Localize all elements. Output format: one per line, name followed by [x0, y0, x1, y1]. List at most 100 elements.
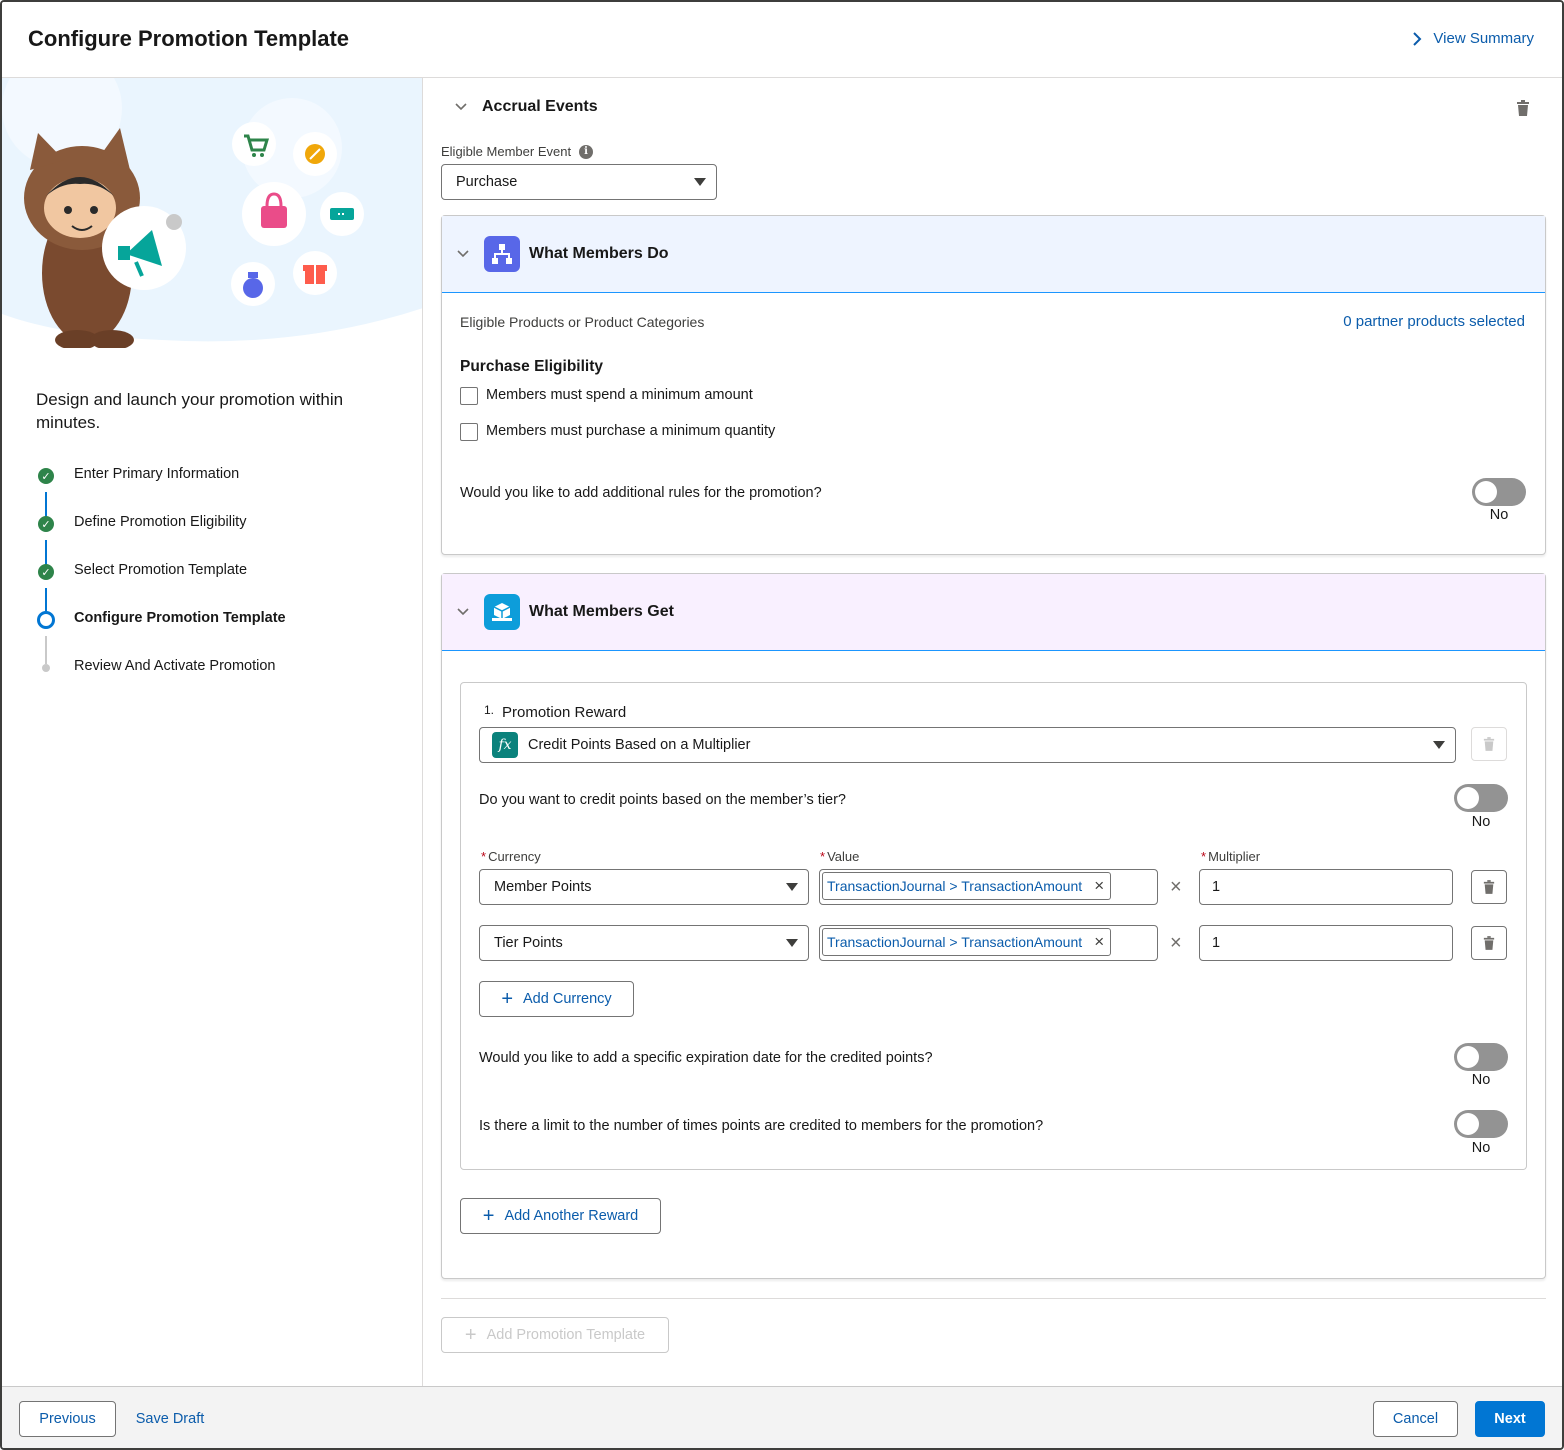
discount-icon: [293, 132, 337, 176]
view-summary-label: View Summary: [1433, 30, 1534, 47]
save-draft-button[interactable]: Save Draft: [130, 1401, 210, 1437]
reward-number: 1.: [484, 703, 495, 717]
add-currency-label: Add Currency: [523, 991, 612, 1007]
page-header: Configure Promotion Template View Summar…: [2, 2, 1562, 78]
accrual-events-header[interactable]: Accrual Events: [454, 98, 598, 116]
limit-toggle[interactable]: [1454, 1110, 1508, 1138]
value-pill[interactable]: TransactionJournal > TransactionAmount ×: [822, 928, 1112, 956]
add-promotion-template-label: Add Promotion Template: [486, 1327, 646, 1343]
add-another-reward-button[interactable]: + Add Another Reward: [460, 1198, 661, 1234]
step-label: Define Promotion Eligibility: [74, 514, 247, 530]
step-select-promotion-template: ✓ Select Promotion Template: [36, 556, 286, 616]
eligible-member-event-select[interactable]: Purchase: [441, 164, 717, 200]
plus-icon: +: [482, 1205, 495, 1227]
footer-bar: Previous Save Draft Cancel Next: [2, 1386, 1562, 1448]
chevron-down-icon: [455, 103, 467, 111]
trash-icon: [1483, 880, 1495, 894]
currency-select[interactable]: Tier Points: [479, 925, 809, 961]
delete-currency-button[interactable]: [1471, 926, 1507, 960]
quantity-minimum-checkbox[interactable]: [460, 423, 478, 441]
what-members-get-title: What Members Get: [529, 603, 674, 620]
upcoming-step-icon: [42, 664, 50, 672]
reward-box-icon: [484, 594, 520, 630]
currency-select[interactable]: Member Points: [479, 869, 809, 905]
tier-toggle[interactable]: [1454, 784, 1508, 812]
previous-button[interactable]: Previous: [19, 1401, 116, 1437]
check-icon: ✓: [38, 564, 54, 580]
expiration-toggle[interactable]: [1454, 1043, 1508, 1071]
limit-toggle-label: No: [1471, 1140, 1491, 1156]
quantity-minimum-label: Members must purchase a minimum quantity: [486, 423, 776, 439]
limit-question: Is there a limit to the number of times …: [479, 1118, 1044, 1134]
hierarchy-icon: [484, 236, 520, 272]
step-label: Configure Promotion Template: [74, 610, 286, 626]
eligible-member-event-label: Eligible Member Event i: [441, 144, 594, 159]
additional-rules-toggle[interactable]: [1472, 478, 1526, 506]
ticket-icon: [320, 192, 364, 236]
cancel-button[interactable]: Cancel: [1373, 1401, 1458, 1437]
promotion-config-window: Configure Promotion Template View Summar…: [0, 0, 1564, 1450]
value-field[interactable]: TransactionJournal > TransactionAmount ×: [819, 869, 1158, 905]
left-panel: Design and launch your promotion within …: [2, 78, 423, 1386]
info-icon[interactable]: i: [579, 144, 594, 159]
what-members-get-header[interactable]: What Members Get: [442, 574, 1545, 651]
value-pill-text: TransactionJournal > TransactionAmount: [827, 878, 1083, 894]
spend-minimum-checkbox[interactable]: [460, 387, 478, 405]
what-members-do-header[interactable]: What Members Do: [442, 216, 1545, 293]
promotion-reward-select[interactable]: fx Credit Points Based on a Multiplier: [479, 727, 1456, 763]
multiplier-label: * Multiplier: [1201, 849, 1260, 864]
multiply-icon: ×: [1170, 932, 1182, 954]
check-icon: ✓: [38, 468, 54, 484]
tier-toggle-label: No: [1471, 814, 1491, 830]
promotion-reward-label: Promotion Reward: [502, 704, 627, 721]
eligible-member-event-value: Purchase: [456, 174, 518, 190]
trash-icon: [1483, 737, 1495, 751]
step-label: Select Promotion Template: [74, 562, 248, 578]
delete-accrual-trash-icon[interactable]: [1516, 100, 1530, 116]
spend-minimum-label: Members must spend a minimum amount: [486, 387, 753, 403]
step-label: Review And Activate Promotion: [74, 658, 276, 674]
caret-down-icon: [694, 178, 706, 186]
money-bag-icon: [231, 262, 275, 306]
step-label: Enter Primary Information: [74, 466, 240, 482]
multiplier-input[interactable]: 1: [1199, 925, 1453, 961]
section-divider: [441, 1298, 1546, 1299]
step-enter-primary-information: ✓ Enter Primary Information: [36, 460, 286, 520]
additional-rules-question: Would you like to add additional rules f…: [460, 485, 822, 501]
currency-value: Tier Points: [494, 935, 563, 951]
current-step-icon: [37, 611, 55, 629]
what-members-do-title: What Members Do: [529, 245, 669, 262]
remove-pill-icon[interactable]: ×: [1094, 932, 1104, 952]
add-promotion-template-button[interactable]: + Add Promotion Template: [441, 1317, 669, 1353]
partner-products-link[interactable]: 0 partner products selected: [1343, 313, 1525, 330]
tier-question: Do you want to credit points based on th…: [479, 792, 846, 808]
cart-icon: [232, 122, 276, 166]
gift-icon: [293, 251, 337, 295]
delete-reward-button[interactable]: [1471, 727, 1507, 761]
plus-icon: +: [501, 988, 514, 1010]
currency-label-text: Currency: [488, 849, 541, 864]
chevron-down-icon: [457, 608, 469, 616]
caret-down-icon: [1433, 741, 1445, 749]
chevron-down-icon: [457, 250, 469, 258]
next-button[interactable]: Next: [1475, 1401, 1545, 1437]
step-review-and-activate-promotion: Review And Activate Promotion: [36, 652, 286, 700]
value-field[interactable]: TransactionJournal > TransactionAmount ×: [819, 925, 1158, 961]
page-title: Configure Promotion Template: [28, 26, 350, 51]
expiration-toggle-label: No: [1471, 1072, 1491, 1088]
progress-steps: ✓ Enter Primary Information ✓ Define Pro…: [36, 460, 286, 700]
add-currency-button[interactable]: + Add Currency: [479, 981, 634, 1017]
value-pill[interactable]: TransactionJournal > TransactionAmount ×: [822, 872, 1112, 900]
step-define-promotion-eligibility: ✓ Define Promotion Eligibility: [36, 508, 286, 568]
value-pill-text: TransactionJournal > TransactionAmount: [827, 934, 1083, 950]
promotion-reward-panel: 1. Promotion Reward fx Credit Points Bas…: [460, 682, 1527, 1170]
main-content: Accrual Events Eligible Member Event i P…: [424, 78, 1562, 1386]
view-summary-link[interactable]: View Summary: [1411, 30, 1534, 47]
required-mark: *: [481, 849, 487, 864]
currency-value: Member Points: [494, 879, 592, 895]
multiplier-input[interactable]: 1: [1199, 869, 1453, 905]
remove-pill-icon[interactable]: ×: [1094, 876, 1104, 896]
multiplier-label-text: Multiplier: [1208, 849, 1261, 864]
value-label: * Value: [820, 849, 859, 864]
delete-currency-button[interactable]: [1471, 870, 1507, 904]
